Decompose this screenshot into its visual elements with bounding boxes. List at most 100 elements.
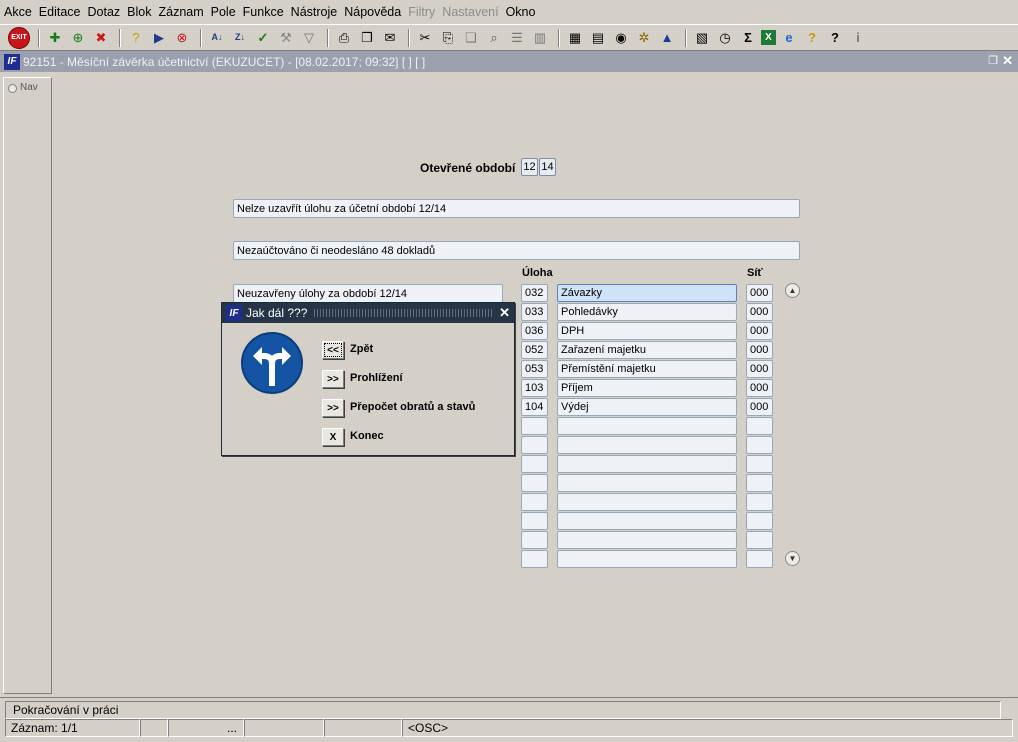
task-code-cell[interactable]: 052 (521, 341, 548, 359)
help-icon[interactable]: ? (825, 28, 845, 48)
task-net-cell-empty[interactable] (746, 550, 773, 568)
task-net-cell-empty[interactable] (746, 512, 773, 530)
task-net-cell-empty[interactable] (746, 493, 773, 511)
task-code-cell-empty[interactable] (521, 550, 548, 568)
task-name-cell-empty[interactable] (557, 436, 737, 454)
exit-button[interactable]: EXIT (8, 26, 30, 49)
task-net-cell[interactable]: 000 (746, 379, 773, 397)
browse-button-label[interactable]: Prohlížení (350, 372, 403, 384)
task-name-cell-empty[interactable] (557, 474, 737, 492)
menu-okno[interactable]: Okno (506, 5, 536, 19)
recalculate-button-label[interactable]: Přepočet obratů a stavů (350, 401, 475, 413)
task-name-cell[interactable]: DPH (557, 322, 737, 340)
dialog-title-bar[interactable]: IF Jak dál ??? ✕ (222, 303, 514, 323)
task-name-cell-empty[interactable] (557, 550, 737, 568)
task-name-cell[interactable]: Zařazení majetku (557, 341, 737, 359)
task-name-cell[interactable]: Pohledávky (557, 303, 737, 321)
task-name-cell-empty[interactable] (557, 455, 737, 473)
sort-descending-icon[interactable]: Z↓ (230, 28, 250, 48)
task-code-cell-empty[interactable] (521, 531, 548, 549)
restore-icon[interactable]: ❐ (988, 54, 998, 67)
task-net-cell-empty[interactable] (746, 455, 773, 473)
task-net-cell[interactable]: 000 (746, 360, 773, 378)
task-net-cell-empty[interactable] (746, 531, 773, 549)
task-code-cell[interactable]: 104 (521, 398, 548, 416)
task-code-cell-empty[interactable] (521, 417, 548, 435)
sum-icon[interactable]: Σ (738, 28, 758, 48)
back-button-label[interactable]: Zpět (350, 343, 373, 355)
settings-wheel-icon[interactable]: ✲ (634, 28, 654, 48)
task-code-cell-empty[interactable] (521, 455, 548, 473)
task-net-cell[interactable]: 000 (746, 398, 773, 416)
columns-icon[interactable]: ▥ (530, 28, 550, 48)
task-name-cell-empty[interactable] (557, 417, 737, 435)
task-net-cell[interactable]: 000 (746, 322, 773, 340)
task-code-cell-empty[interactable] (521, 474, 548, 492)
menu-pole[interactable]: Pole (211, 5, 236, 19)
dialog-drag-grip[interactable] (314, 309, 494, 317)
scroll-up-icon[interactable]: ▲ (785, 283, 800, 298)
list-scrollbar[interactable]: ▲ ▼ (785, 283, 800, 569)
task-code-cell[interactable]: 103 (521, 379, 548, 397)
print-icon[interactable]: ⎙ (334, 28, 354, 48)
menu-editace[interactable]: Editace (39, 5, 81, 19)
query-icon[interactable]: ? (126, 28, 146, 48)
message-field-3[interactable]: Neuzavřeny úlohy za období 12/14 (233, 284, 503, 303)
task-code-cell-empty[interactable] (521, 512, 548, 530)
menu-akce[interactable]: Akce (4, 5, 32, 19)
task-code-cell[interactable]: 053 (521, 360, 548, 378)
nav-panel[interactable]: Nav (3, 77, 52, 694)
message-field-2[interactable]: Nezaúčtováno či neodesláno 48 dokladů (233, 241, 800, 260)
browse-button[interactable]: >> (322, 370, 344, 388)
task-net-cell-empty[interactable] (746, 474, 773, 492)
recalculate-button[interactable]: >> (322, 399, 344, 417)
task-code-cell[interactable]: 032 (521, 284, 548, 302)
paste-icon[interactable]: ⎘ (438, 28, 458, 48)
commit-checkmark-icon[interactable]: ✓ (253, 28, 273, 48)
open-period-year-field[interactable]: 14 (539, 158, 556, 176)
nav-radio-icon[interactable] (8, 84, 17, 93)
copy-icon[interactable]: ❏ (461, 28, 481, 48)
task-name-cell[interactable]: Příjem (557, 379, 737, 397)
explorer-icon[interactable]: e (779, 28, 799, 48)
task-net-cell-empty[interactable] (746, 436, 773, 454)
task-code-cell-empty[interactable] (521, 493, 548, 511)
task-code-cell[interactable]: 036 (521, 322, 548, 340)
back-button[interactable]: << (322, 341, 344, 359)
window-close-icon[interactable]: ✕ (1002, 53, 1013, 69)
task-net-cell[interactable]: 000 (746, 341, 773, 359)
task-code-cell-empty[interactable] (521, 436, 548, 454)
task-net-cell[interactable]: 000 (746, 284, 773, 302)
message-field-1[interactable]: Nelze uzavřít úlohu za účetní období 12/… (233, 199, 800, 218)
task-name-cell-empty[interactable] (557, 493, 737, 511)
query-execute-icon[interactable]: ▶ (149, 28, 169, 48)
document-icon[interactable]: ▤ (588, 28, 608, 48)
list-icon[interactable]: ☰ (507, 28, 527, 48)
image-icon[interactable]: ▧ (692, 28, 712, 48)
delete-record-icon[interactable]: ✖ (91, 28, 111, 48)
dialog-close-icon[interactable]: ✕ (499, 305, 510, 321)
globe-icon[interactable]: ◉ (611, 28, 631, 48)
clock-icon[interactable]: ◷ (715, 28, 735, 48)
excel-icon[interactable]: X (761, 30, 776, 45)
menu-zaznam[interactable]: Záznam (158, 5, 203, 19)
menu-funkce[interactable]: Funkce (243, 5, 284, 19)
chart-icon[interactable]: ▲ (657, 28, 677, 48)
mail-icon[interactable]: ✉ (380, 28, 400, 48)
task-name-cell[interactable]: Přemístění majetku (557, 360, 737, 378)
open-period-month-field[interactable]: 12 (521, 158, 538, 176)
new-record-tree-icon[interactable]: ⊕ (68, 28, 88, 48)
menu-dotaz[interactable]: Dotaz (88, 5, 121, 19)
scroll-down-icon[interactable]: ▼ (785, 551, 800, 566)
info-icon[interactable]: i (848, 28, 868, 48)
end-button-label[interactable]: Konec (350, 430, 384, 442)
task-net-cell-empty[interactable] (746, 417, 773, 435)
cut-icon[interactable]: ✂ (415, 28, 435, 48)
end-button[interactable]: X (322, 428, 344, 446)
menu-napoveda[interactable]: Nápověda (344, 5, 401, 19)
new-record-icon[interactable]: ✚ (45, 28, 65, 48)
task-name-cell[interactable]: Výdej (557, 398, 737, 416)
tools-icon[interactable]: ⚒ (276, 28, 296, 48)
query-cancel-icon[interactable]: ⊗ (172, 28, 192, 48)
menu-nastroje[interactable]: Nástroje (291, 5, 338, 19)
